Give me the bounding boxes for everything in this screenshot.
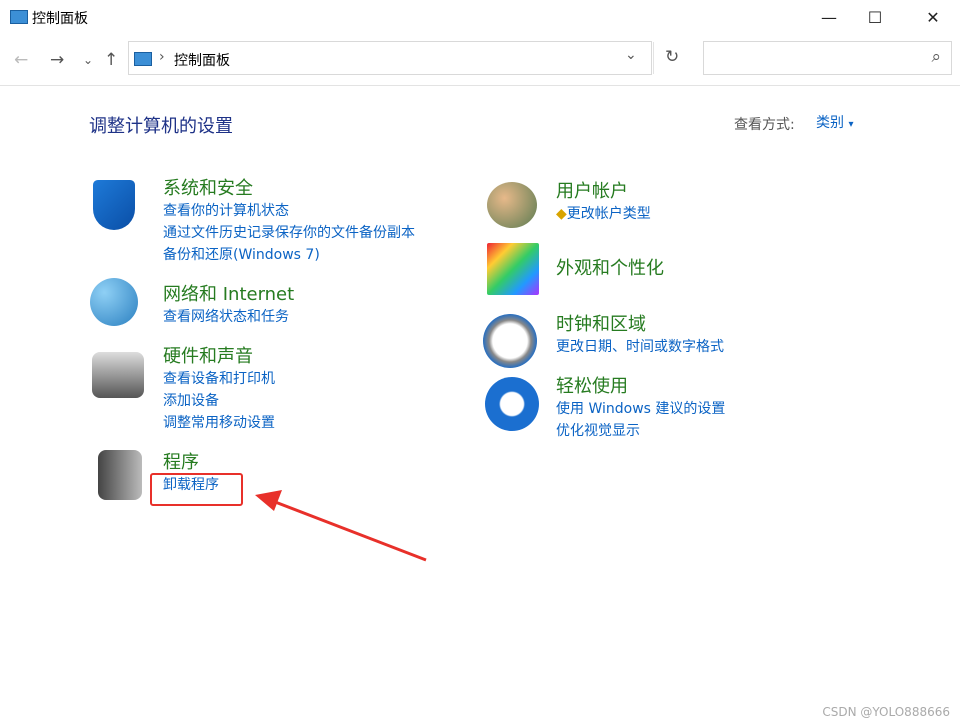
back-button[interactable]: ← [14, 50, 28, 70]
link-add-device[interactable]: 添加设备 [163, 390, 275, 412]
close-button[interactable]: ✕ [910, 0, 956, 34]
category-title-link[interactable]: 系统和安全 [163, 174, 415, 200]
page-title: 调整计算机的设置 [89, 116, 233, 137]
appearance-icon [487, 243, 539, 295]
refresh-button[interactable]: ↻ [665, 47, 679, 67]
control-panel-icon [10, 10, 28, 24]
window-title: 控制面板 [32, 11, 88, 27]
view-by-dropdown[interactable]: 类别 ▾ [816, 112, 853, 136]
category-title-link[interactable]: 外观和个性化 [556, 254, 664, 280]
category-user-accounts: 用户帐户 ◆更改帐户类型 [556, 177, 651, 225]
divider [0, 85, 960, 86]
address-dropdown-button[interactable]: ⌄ [625, 47, 637, 63]
view-by-value: 类别 [816, 115, 844, 131]
link-devices-printers[interactable]: 查看设备和打印机 [163, 368, 275, 390]
programs-icon [98, 450, 142, 500]
recent-locations-button[interactable]: ⌄ [83, 53, 93, 67]
uac-shield-icon: ◆ [556, 206, 567, 222]
search-icon[interactable]: ⌕ [931, 47, 941, 67]
link-network-status[interactable]: 查看网络状态和任务 [163, 306, 294, 328]
user-accounts-icon [487, 182, 537, 228]
breadcrumb-separator[interactable]: › [159, 49, 165, 65]
search-box[interactable]: ⌕ [703, 41, 952, 75]
category-ease-of-access: 轻松使用 使用 Windows 建议的设置 优化视觉显示 [556, 372, 725, 442]
clock-icon [483, 314, 537, 368]
category-appearance: 外观和个性化 [556, 254, 664, 280]
control-panel-icon [134, 52, 152, 66]
link-date-time-format[interactable]: 更改日期、时间或数字格式 [556, 336, 724, 358]
link-backup-restore[interactable]: 备份和还原(Windows 7) [163, 244, 415, 266]
ease-of-access-icon [485, 377, 539, 431]
category-title-link[interactable]: 轻松使用 [556, 372, 725, 398]
category-clock-region: 时钟和区域 更改日期、时间或数字格式 [556, 310, 724, 358]
divider [653, 42, 654, 74]
address-bar[interactable]: › 控制面板 ⌄ ↻ [128, 41, 679, 75]
up-button[interactable]: ↑ [104, 50, 118, 70]
maximize-button[interactable]: ☐ [852, 0, 898, 34]
category-network-internet: 网络和 Internet 查看网络状态和任务 [163, 280, 294, 328]
category-title-link[interactable]: 程序 [163, 448, 219, 474]
link-view-computer-status[interactable]: 查看你的计算机状态 [163, 200, 415, 222]
minimize-button[interactable]: — [806, 0, 852, 34]
forward-button[interactable]: → [50, 50, 64, 70]
category-system-security: 系统和安全 查看你的计算机状态 通过文件历史记录保存你的文件备份副本 备份和还原… [163, 174, 415, 266]
category-hardware-sound: 硬件和声音 查看设备和打印机 添加设备 调整常用移动设置 [163, 342, 275, 434]
category-title-link[interactable]: 用户帐户 [556, 177, 651, 203]
network-globe-icon [90, 278, 138, 326]
printer-icon [92, 352, 144, 398]
breadcrumb-control-panel[interactable]: 控制面板 [174, 50, 230, 70]
link-label: 更改帐户类型 [566, 206, 651, 222]
shield-icon [93, 180, 135, 230]
category-title-link[interactable]: 硬件和声音 [163, 342, 275, 368]
annotation-arrow [255, 490, 427, 562]
category-title-link[interactable]: 时钟和区域 [556, 310, 724, 336]
view-by-label: 查看方式: [734, 117, 795, 133]
link-recommended-settings[interactable]: 使用 Windows 建议的设置 [556, 398, 725, 420]
caret-down-icon: ▾ [848, 119, 854, 130]
search-input[interactable] [708, 48, 912, 66]
category-title-link[interactable]: 网络和 Internet [163, 280, 294, 306]
watermark: CSDN @YOLO888666 [822, 705, 950, 719]
highlight-box [150, 473, 243, 506]
link-optimize-visual[interactable]: 优化视觉显示 [556, 420, 725, 442]
link-mobility-settings[interactable]: 调整常用移动设置 [163, 412, 275, 434]
link-change-account-type[interactable]: ◆更改帐户类型 [556, 203, 651, 225]
link-file-history-backup[interactable]: 通过文件历史记录保存你的文件备份副本 [163, 222, 415, 244]
